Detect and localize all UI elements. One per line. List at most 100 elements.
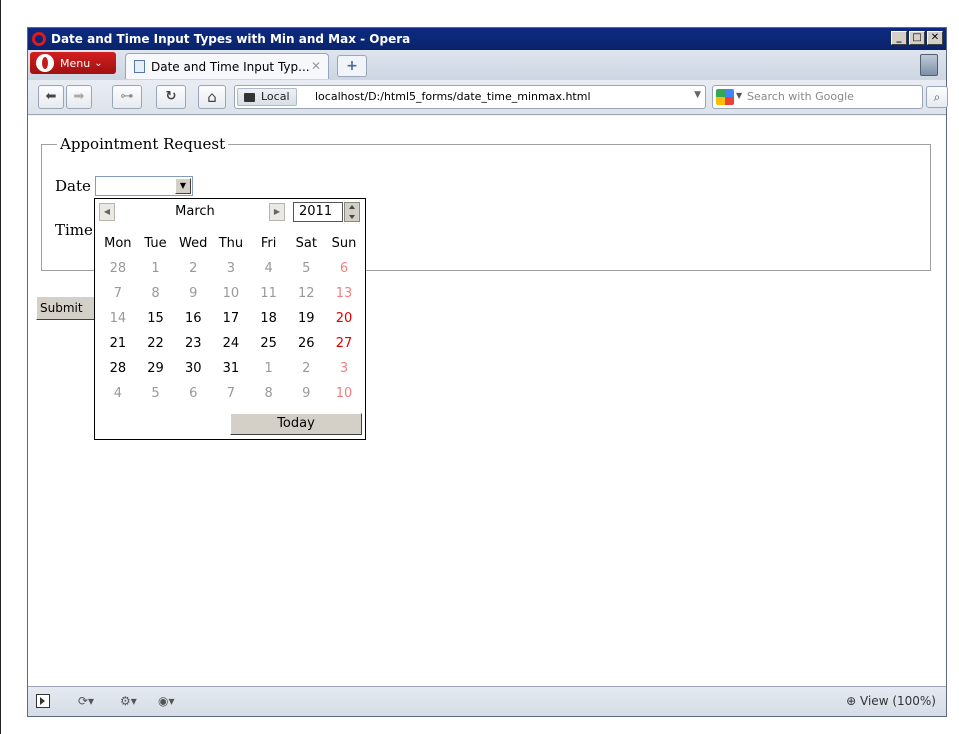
page-icon [134,60,145,73]
date-input[interactable]: ▼ [95,176,193,196]
day-cell[interactable]: 3 [212,256,250,281]
prev-month-button[interactable]: ◀ [99,203,115,221]
day-cell[interactable]: 1 [137,256,175,281]
opera-menu-icon [36,54,54,72]
turbo-icon[interactable]: ◉▾ [158,694,175,708]
day-cell[interactable]: 21 [99,331,137,356]
day-cell[interactable]: 1 [250,356,288,381]
calendar-grid: Mon Tue Wed Thu Fri Sat Sun 28 1 2 3 4 5… [99,231,363,406]
day-cell[interactable]: 9 [287,381,325,406]
day-cell[interactable]: 26 [287,331,325,356]
day-cell[interactable]: 2 [287,356,325,381]
day-cell[interactable]: 5 [137,381,175,406]
day-cell[interactable]: 14 [99,306,137,331]
url-text[interactable]: localhost/D:/html5_forms/date_time_minma… [315,90,591,103]
day-cell[interactable]: 10 [325,381,363,406]
page-content: Appointment Request Date ▼ Time Submit ◀… [28,116,946,686]
day-cell[interactable]: 28 [99,256,137,281]
day-cell[interactable]: 5 [287,256,325,281]
day-cell[interactable]: 8 [250,381,288,406]
weekday-thu: Thu [218,236,244,251]
zoom-label: View (100%) [860,694,936,708]
date-label: Date [55,177,91,195]
day-cell[interactable]: 29 [137,356,175,381]
search-engine-dropdown-icon[interactable]: ▼ [736,91,742,100]
day-cell[interactable]: 25 [250,331,288,356]
day-cell[interactable]: 23 [174,331,212,356]
tab-title: Date and Time Input Typ... [151,59,310,74]
local-badge[interactable]: Local [237,88,297,106]
week-row-1: 28 1 2 3 4 5 6 [99,256,363,281]
opera-menu-button[interactable]: Menu ⌄ [30,52,116,74]
day-cell[interactable]: 12 [287,281,325,306]
day-cell[interactable]: 22 [137,331,175,356]
day-cell[interactable]: 20 [325,306,363,331]
fieldset-legend: Appointment Request [57,135,229,153]
maximize-button[interactable]: □ [909,31,925,45]
forward-button[interactable]: ➡ [66,85,92,109]
tab-close-icon[interactable]: ✕ [311,59,321,73]
chevron-down-icon: ⌄ [94,57,103,69]
day-cell[interactable]: 7 [212,381,250,406]
year-spinner[interactable] [344,202,360,222]
weekday-header-row: Mon Tue Wed Thu Fri Sat Sun [99,231,363,256]
today-button[interactable]: Today [230,413,362,435]
search-placeholder: Search with Google [747,90,854,103]
day-cell[interactable]: 9 [174,281,212,306]
day-cell[interactable]: 6 [325,256,363,281]
day-cell[interactable]: 18 [250,306,288,331]
sync-icon[interactable]: ⟳▾ [78,694,94,708]
day-cell[interactable]: 19 [287,306,325,331]
chevron-down-icon[interactable]: ▼ [175,178,191,194]
window-controls: _ □ ✕ [891,31,943,45]
back-button[interactable]: ⬅ [38,85,64,109]
day-cell[interactable]: 28 [99,356,137,381]
week-row-6: 4 5 6 7 8 9 10 [99,381,363,406]
day-cell[interactable]: 24 [212,331,250,356]
day-cell[interactable]: 13 [325,281,363,306]
search-box[interactable]: ▼ Search with Google ⌕ [712,85,948,109]
day-cell[interactable]: 7 [99,281,137,306]
day-cell[interactable]: 30 [174,356,212,381]
day-cell[interactable]: 15 [137,306,175,331]
opera-logo-icon [32,32,46,46]
day-cell[interactable]: 10 [212,281,250,306]
day-cell[interactable]: 31 [212,356,250,381]
url-dropdown-icon[interactable]: ▼ [694,90,701,100]
day-cell[interactable]: 11 [250,281,288,306]
status-bar: ⟳▾ ⚙▾ ◉▾ ⊕ View (100%) [28,686,946,716]
trash-icon[interactable] [920,54,938,76]
weekday-mon: Mon [104,236,132,251]
close-button[interactable]: ✕ [927,31,943,45]
next-month-button[interactable]: ▶ [269,203,285,221]
date-picker-popup: ◀ March ▶ 2011 Mon Tue Wed Thu Fri Sat S… [94,198,366,440]
google-icon[interactable] [716,89,734,105]
day-cell[interactable]: 2 [174,256,212,281]
day-cell[interactable]: 4 [250,256,288,281]
day-cell[interactable]: 27 [325,331,363,356]
weekday-tue: Tue [144,236,167,251]
search-go-button[interactable]: ⌕ [926,86,948,108]
zoom-control[interactable]: ⊕ View (100%) [846,694,936,708]
day-cell[interactable]: 6 [174,381,212,406]
weekday-wed: Wed [179,236,208,251]
minimize-button[interactable]: _ [891,31,907,45]
reload-button[interactable]: ↻ [156,85,186,109]
year-input[interactable]: 2011 [293,202,343,222]
key-icon[interactable]: ⊶ [112,85,142,109]
new-tab-button[interactable]: + [337,55,367,77]
day-cell[interactable]: 16 [174,306,212,331]
address-bar[interactable]: Local localhost/D:/html5_forms/date_time… [234,85,706,109]
day-cell[interactable]: 8 [137,281,175,306]
panel-toggle-icon[interactable] [36,694,50,708]
home-button[interactable]: ⌂ [198,85,226,109]
day-cell[interactable]: 3 [325,356,363,381]
title-bar[interactable]: Date and Time Input Types with Min and M… [28,28,946,50]
day-cell[interactable]: 4 [99,381,137,406]
browser-window: Date and Time Input Types with Min and M… [27,27,948,717]
unite-icon[interactable]: ⚙▾ [120,694,137,708]
day-cell[interactable]: 17 [212,306,250,331]
tab-date-time[interactable]: Date and Time Input Typ... ✕ [125,53,329,79]
week-row-2: 7 8 9 10 11 12 13 [99,281,363,306]
week-row-4: 21 22 23 24 25 26 27 [99,331,363,356]
